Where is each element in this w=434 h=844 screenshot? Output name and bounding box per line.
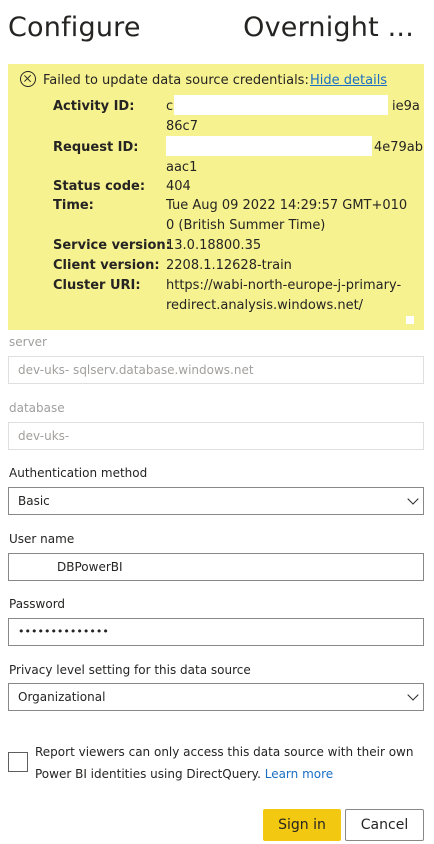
cluster-uri-label: Cluster URI: — [53, 278, 141, 293]
server-input: dev-uks- sqlserv.database.windows.net — [8, 356, 424, 384]
client-version-value: 2208.1.12628-train — [166, 258, 292, 273]
cluster-uri-value-line1: https://wabi-north-europe-j-primary- — [166, 278, 402, 293]
time-label: Time: — [53, 198, 94, 213]
request-id-value-tail: 4e79ab — [374, 140, 424, 155]
resize-grip[interactable] — [406, 316, 414, 324]
privacy-level-select[interactable]: Organizational — [8, 683, 424, 711]
password-label: Password — [9, 597, 66, 611]
time-value-line2: 0 (British Summer Time) — [166, 218, 326, 233]
learn-more-link[interactable]: Learn more — [265, 767, 333, 781]
auth-method-select[interactable]: Basic — [8, 487, 424, 515]
chevron-down-icon — [407, 493, 419, 505]
username-label: User name — [9, 532, 75, 546]
redaction-block — [150, 8, 254, 52]
sso-text: Power BI identities using DirectQuery. — [35, 767, 261, 781]
server-label: server — [9, 335, 47, 349]
status-code-label: Status code: — [53, 179, 146, 194]
sso-checkbox[interactable] — [8, 752, 28, 772]
status-code-value: 404 — [166, 179, 191, 194]
sign-in-button[interactable]: Sign in — [263, 809, 341, 841]
hide-details-link[interactable]: Hide details — [310, 73, 387, 88]
activity-id-value-tail: ie9a — [392, 99, 420, 114]
auth-method-label: Authentication method — [9, 466, 148, 480]
dialog-title-left: Configure ( — [8, 12, 161, 43]
client-version-label: Client version: — [53, 258, 160, 273]
chevron-down-icon — [407, 689, 419, 701]
password-input[interactable]: •••••••••••••• — [8, 618, 424, 646]
redaction-block — [174, 95, 388, 115]
auth-method-value: Basic — [18, 494, 50, 508]
service-version-value: 13.0.18800.35 — [166, 238, 262, 253]
privacy-level-value: Organizational — [18, 690, 106, 704]
sso-text-line2: Power BI identities using DirectQuery. L… — [35, 767, 333, 781]
sso-text-line1: Report viewers can only access this data… — [35, 745, 414, 759]
service-version-label: Service version: — [53, 238, 171, 253]
error-message: Failed to update data source credentials… — [43, 73, 309, 88]
request-id-label: Request ID: — [53, 140, 139, 155]
request-id-value-line2: aac1 — [166, 160, 198, 175]
close-circle-icon — [20, 71, 36, 87]
username-input[interactable]: DBPowerBI — [8, 553, 424, 581]
database-label: database — [9, 401, 65, 415]
activity-id-value-line1: c — [166, 99, 174, 114]
redaction-block — [166, 136, 372, 156]
time-value-line1: Tue Aug 09 2022 14:29:57 GMT+010 — [166, 198, 408, 213]
cancel-button[interactable]: Cancel — [345, 809, 424, 841]
activity-id-value-line2: 86c7 — [166, 119, 198, 134]
cluster-uri-value-line2: redirect.analysis.windows.net/ — [166, 298, 364, 313]
privacy-level-label: Privacy level setting for this data sour… — [9, 663, 251, 677]
database-input: dev-uks- — [8, 422, 424, 450]
dialog-title: Configure ( Overnight ... — [8, 8, 428, 52]
dialog-title-right: Overnight ... — [243, 12, 414, 43]
error-panel: Failed to update data source credentials… — [8, 64, 424, 330]
activity-id-label: Activity ID: — [53, 99, 135, 114]
